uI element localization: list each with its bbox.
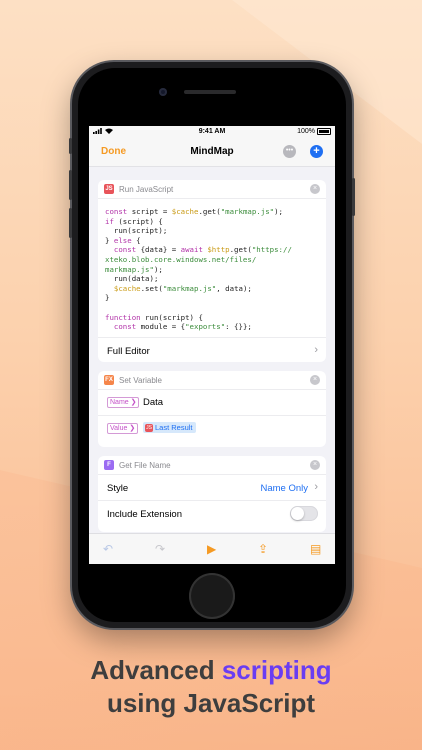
chevron-right-icon: ›: [314, 481, 318, 493]
bottom-toolbar: ↶ ↷ ▶ ⇪ ▤: [89, 533, 335, 564]
power-button: [352, 178, 355, 216]
undo-icon[interactable]: ↶: [103, 542, 113, 556]
variable-name-row[interactable]: Name ❯ Data: [98, 390, 326, 415]
more-options-icon[interactable]: •••: [283, 145, 296, 158]
set-variable-header: FX Set Variable ×: [98, 371, 326, 390]
status-bar: 9:41 AM 100%: [89, 126, 335, 138]
navigation-bar: Done MindMap ••• +: [89, 138, 335, 167]
silent-switch: [69, 138, 72, 154]
battery-indicator: 100%: [297, 128, 331, 135]
last-result-label: Last Result: [155, 423, 193, 432]
set-variable-title: Set Variable: [119, 376, 162, 385]
style-row[interactable]: Style Name Only ›: [98, 475, 326, 500]
share-icon[interactable]: ⇪: [258, 542, 268, 556]
set-variable-card: FX Set Variable × Name ❯ Data Value ❯ JS…: [98, 371, 326, 447]
get-file-name-card: F Get File Name × Style Name Only › Incl…: [98, 456, 326, 532]
run-icon[interactable]: ▶: [207, 542, 216, 556]
include-extension-row: Include Extension: [98, 500, 326, 526]
headline-prefix: Advanced: [90, 655, 215, 685]
variable-value-row[interactable]: Value ❯ JS Last Result: [98, 415, 326, 441]
document-icon[interactable]: ▤: [310, 542, 321, 556]
run-javascript-title: Run JavaScript: [119, 185, 174, 194]
name-parameter-pill: Name ❯: [107, 397, 140, 408]
headline-line-2: using JavaScript: [106, 688, 316, 718]
volume-up-button: [69, 170, 72, 200]
run-javascript-card: JS Run JavaScript × const script = $cach…: [98, 180, 326, 362]
include-extension-toggle[interactable]: [290, 506, 318, 521]
value-parameter-pill: Value ❯: [107, 423, 139, 434]
get-file-name-header: F Get File Name ×: [98, 456, 326, 475]
remove-action-icon[interactable]: ×: [310, 375, 320, 385]
front-camera: [159, 88, 167, 96]
last-result-token[interactable]: JS Last Result: [143, 422, 196, 433]
headline-accent: scripting: [221, 655, 332, 685]
app-screen: 9:41 AM 100% Done MindMap ••• + JS Run J…: [89, 126, 335, 564]
headline-line-1: Advanced scripting: [0, 655, 422, 686]
get-file-name-title: Get File Name: [119, 461, 171, 470]
style-value: Name Only: [260, 483, 308, 494]
add-action-icon[interactable]: +: [310, 145, 323, 158]
volume-down-button: [69, 208, 72, 238]
full-editor-label: Full Editor: [107, 346, 150, 357]
earpiece-speaker: [184, 90, 236, 94]
redo-icon[interactable]: ↷: [155, 542, 165, 556]
remove-action-icon[interactable]: ×: [310, 460, 320, 470]
battery-icon: [317, 128, 331, 135]
remove-action-icon[interactable]: ×: [310, 184, 320, 194]
home-button: [189, 573, 235, 619]
run-javascript-header: JS Run JavaScript ×: [98, 180, 326, 199]
javascript-token-icon: JS: [145, 423, 153, 432]
code-editor[interactable]: const script = $cache.get("markmap.js");…: [98, 199, 326, 337]
variable-name-value[interactable]: Data: [143, 397, 163, 408]
page-title: MindMap: [190, 146, 234, 157]
style-label: Style: [107, 483, 129, 494]
variable-action-icon: FX: [104, 375, 114, 385]
full-editor-row[interactable]: Full Editor ›: [98, 337, 326, 362]
include-extension-label: Include Extension: [107, 509, 182, 520]
battery-percent: 100%: [297, 128, 315, 135]
toggle-knob: [291, 507, 304, 520]
chevron-right-icon: ›: [314, 344, 318, 356]
javascript-action-icon: JS: [104, 184, 114, 194]
file-action-icon: F: [104, 460, 114, 470]
